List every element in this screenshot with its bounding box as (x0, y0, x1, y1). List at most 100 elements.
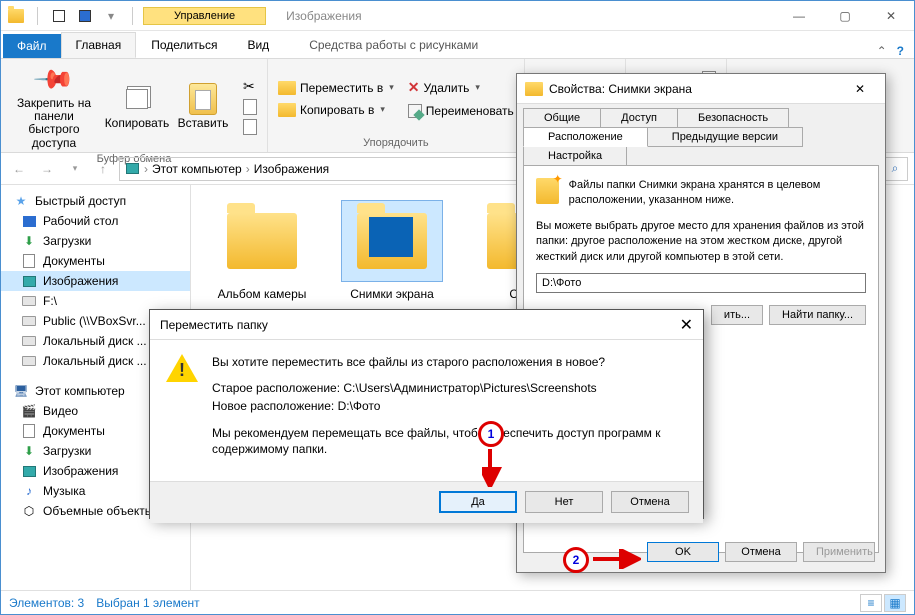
download-icon: ⬇ (21, 233, 37, 249)
network-icon (21, 313, 37, 329)
folder-icon[interactable] (5, 5, 27, 27)
move-to-button[interactable]: Переместить в▾ (274, 80, 398, 96)
properties-titlebar[interactable]: Свойства: Снимки экрана ✕ (517, 74, 885, 104)
maximize-button[interactable]: ▢ (822, 1, 868, 31)
properties-tabs: Общие Доступ Безопасность Расположение П… (517, 104, 885, 165)
crumb-thispc[interactable]: Этот компьютер (152, 162, 242, 176)
collapse-ribbon-icon[interactable]: ⌃ (877, 44, 887, 58)
paste-button[interactable]: Вставить (173, 81, 233, 132)
view-tab[interactable]: Вид (232, 32, 284, 58)
tab-security[interactable]: Безопасность (677, 108, 789, 128)
details-view-button[interactable]: ≡ (860, 594, 882, 612)
forward-button[interactable]: → (35, 157, 59, 181)
delete-button[interactable]: ✕Удалить▾ (404, 78, 518, 97)
folder-icon (357, 213, 427, 269)
status-bar: Элементов: 3 Выбран 1 элемент ≡ ▦ (1, 590, 914, 614)
dialog-recommendation: Мы рекомендуем перемещать все файлы, что… (212, 425, 687, 457)
rename-icon (408, 104, 422, 118)
status-count: Элементов: 3 (9, 596, 84, 610)
confirm-dialog: Переместить папку ✕ Вы хотите переместит… (149, 309, 704, 519)
warning-icon (166, 354, 198, 386)
folder-icon (525, 82, 543, 96)
folder-icon (536, 178, 559, 204)
folder-icon (278, 103, 296, 117)
pin-icon: 📌 (32, 57, 75, 100)
tab-location[interactable]: Расположение (523, 127, 648, 147)
objects-icon: ⬡ (21, 503, 37, 519)
close-button[interactable]: ✕ (680, 315, 693, 335)
dialog-titlebar[interactable]: Переместить папку ✕ (150, 310, 703, 340)
yes-button[interactable]: Да (439, 491, 517, 513)
paste-shortcut-button[interactable] (239, 118, 261, 136)
location-input[interactable] (536, 273, 866, 293)
qat-dropdown[interactable]: ▾ (100, 5, 122, 27)
properties-title: Свойства: Снимки экрана (549, 82, 692, 96)
back-button[interactable]: ← (7, 157, 31, 181)
dialog-title: Переместить папку (160, 318, 268, 332)
status-selection: Выбран 1 элемент (96, 596, 199, 610)
cancel-button[interactable]: Отмена (725, 542, 797, 562)
file-tab[interactable]: Файл (3, 34, 61, 58)
cancel-button[interactable]: Отмена (611, 491, 689, 513)
folder-icon (278, 81, 296, 95)
sidebar-pictures[interactable]: Изображения (1, 271, 190, 291)
recent-button[interactable]: ▾ (63, 157, 87, 181)
ok-button[interactable]: OK (647, 542, 719, 562)
tab-previous[interactable]: Предыдущие версии (647, 127, 803, 147)
sidebar-drive-f[interactable]: F:\ (1, 291, 190, 311)
search-icon: ⌕ (892, 161, 899, 176)
sidebar-documents[interactable]: Документы (1, 251, 190, 271)
info-text: Вы можете выбрать другое место для хране… (536, 219, 866, 265)
scissors-icon: ✂ (243, 78, 255, 95)
ribbon-tabs: Файл Главная Поделиться Вид Средства раб… (1, 31, 914, 59)
copy-to-button[interactable]: Копировать в▾ (274, 102, 398, 118)
doc-icon (243, 99, 257, 115)
minimize-button[interactable]: — (776, 1, 822, 31)
pin-button[interactable]: 📌 Закрепить на панели быстрого доступа (7, 61, 101, 152)
link-icon (243, 119, 257, 135)
window-title: Изображения (286, 9, 361, 23)
annotation-2: 2 (563, 547, 589, 573)
quick-access-toolbar: ▾ (1, 5, 143, 27)
apply-button[interactable]: Применить (803, 542, 875, 562)
info-text: Файлы папки Снимки экрана хранятся в цел… (569, 178, 866, 209)
tab-access[interactable]: Доступ (600, 108, 678, 128)
doc-icon (21, 423, 37, 439)
pictures-icon (21, 463, 37, 479)
dialog-question: Вы хотите переместить все файлы из старо… (212, 354, 687, 370)
group-label: Упорядочить (274, 136, 518, 150)
restore-button[interactable]: ить... (711, 305, 763, 325)
pictures-icon (124, 161, 140, 177)
pc-icon: 🖥 (13, 383, 29, 399)
sidebar-downloads[interactable]: ⬇Загрузки (1, 231, 190, 251)
music-icon: ♪ (21, 483, 37, 499)
x-icon: ✕ (408, 79, 420, 96)
no-button[interactable]: Нет (525, 491, 603, 513)
close-button[interactable]: ✕ (868, 1, 914, 31)
titlebar: ▾ Управление Изображения — ▢ ✕ (1, 1, 914, 31)
copy-button[interactable]: Копировать (107, 81, 167, 132)
sidebar-desktop[interactable]: Рабочий стол (1, 211, 190, 231)
find-folder-button[interactable]: Найти папку... (769, 305, 866, 325)
home-tab[interactable]: Главная (61, 32, 137, 58)
rename-button[interactable]: Переименовать (404, 103, 518, 119)
copy-path-button[interactable] (239, 98, 261, 116)
drive-icon (21, 353, 37, 369)
qat-item[interactable] (74, 5, 96, 27)
star-icon: ★ (13, 193, 29, 209)
tab-general[interactable]: Общие (523, 108, 601, 128)
help-icon[interactable]: ? (897, 44, 904, 58)
drive-icon (21, 333, 37, 349)
close-button[interactable]: ✕ (843, 78, 877, 100)
up-button[interactable]: ↑ (91, 157, 115, 181)
icons-view-button[interactable]: ▦ (884, 594, 906, 612)
sidebar-quick-access[interactable]: ★Быстрый доступ (1, 191, 190, 211)
doc-icon (21, 253, 37, 269)
share-tab[interactable]: Поделиться (136, 32, 232, 58)
tab-settings[interactable]: Настройка (523, 146, 627, 166)
cut-button[interactable]: ✂ (239, 77, 261, 96)
video-icon: 🎬 (21, 403, 37, 419)
crumb-pictures[interactable]: Изображения (254, 162, 329, 176)
picture-tools-tab[interactable]: Средства работы с рисунками (294, 32, 493, 58)
qat-item[interactable] (48, 5, 70, 27)
